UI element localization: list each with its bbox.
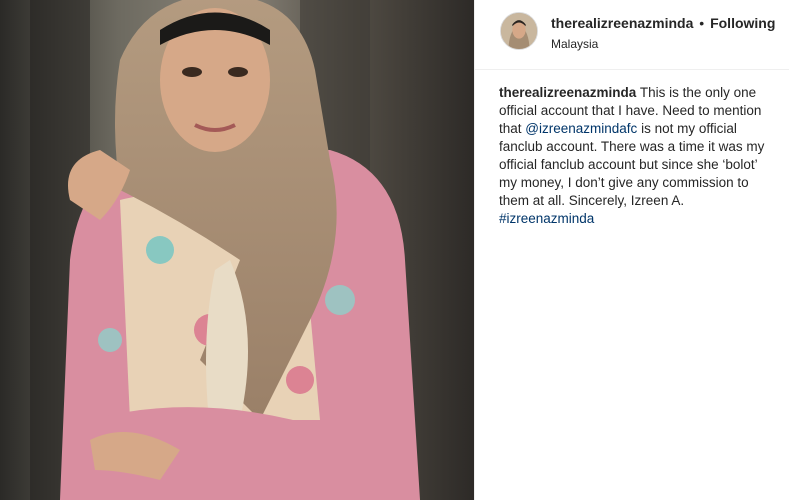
post-caption: therealizreenazminda This is the only on… xyxy=(499,84,767,228)
header-line: therealizreenazminda • Following xyxy=(551,15,775,31)
post-sidebar: therealizreenazminda • Following Malaysi… xyxy=(474,0,789,500)
header-username-link[interactable]: therealizreenazminda xyxy=(551,15,693,31)
avatar-image xyxy=(501,13,537,49)
profile-avatar[interactable] xyxy=(500,12,538,50)
separator-dot: • xyxy=(699,15,705,31)
caption-username-link[interactable]: therealizreenazminda xyxy=(499,85,636,100)
post-photo[interactable] xyxy=(0,0,474,500)
location-link[interactable]: Malaysia xyxy=(551,37,598,51)
hashtag-link[interactable]: #izreenazminda xyxy=(499,211,594,226)
post-header: therealizreenazminda • Following Malaysi… xyxy=(475,0,789,70)
following-button[interactable]: Following xyxy=(710,15,775,31)
mention-link[interactable]: @izreenazmindafc xyxy=(525,121,637,136)
